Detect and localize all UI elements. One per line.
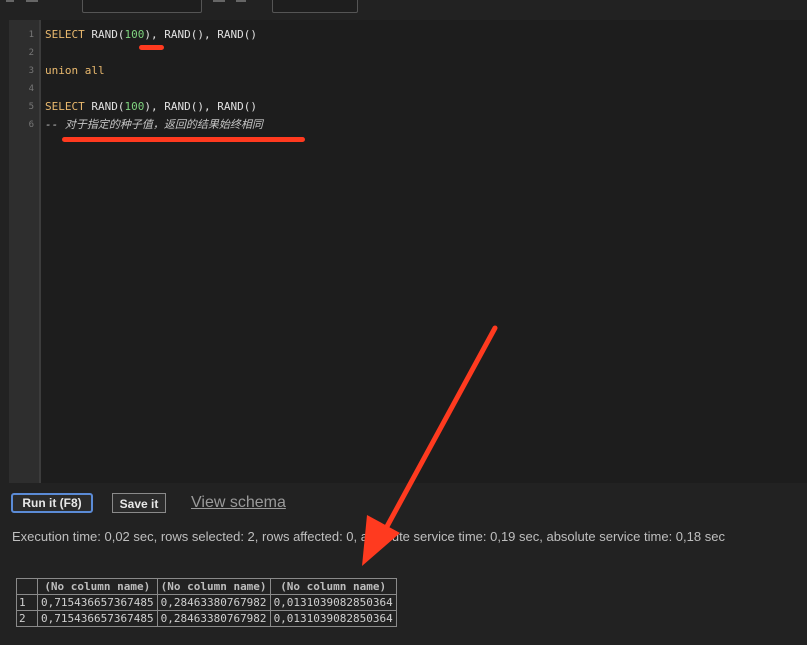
line-number: 5 — [28, 102, 34, 112]
table-cell: 0,0131039082850364 — [269, 610, 397, 627]
annotation-underline-seed — [139, 45, 164, 50]
save-button[interactable]: Save it — [112, 493, 166, 513]
sql-function: ), RAND(), RAND() — [144, 100, 257, 113]
line-number: 3 — [28, 66, 34, 76]
code-line-5[interactable]: SELECT RAND(100), RAND(), RAND() — [45, 98, 257, 116]
code-line-3[interactable]: union all — [45, 62, 105, 80]
sql-function: RAND( — [84, 28, 125, 41]
line-number: 2 — [28, 48, 34, 58]
row-number: 1 — [16, 594, 38, 611]
table-row: 2 0,715436657367485 0,28463380767982 0,0… — [16, 610, 397, 627]
row-number: 2 — [16, 610, 38, 627]
column-header: (No column name) — [37, 578, 158, 595]
table-cell: 0,28463380767982 — [156, 594, 271, 611]
execution-status: Execution time: 0,02 sec, rows selected:… — [12, 529, 725, 544]
code-line-1[interactable]: SELECT RAND(100), RAND(), RAND() — [45, 26, 257, 44]
column-header: (No column name) — [156, 578, 271, 595]
top-divider — [26, 0, 38, 2]
sql-function: RAND( — [84, 100, 125, 113]
table-row: 1 0,715436657367485 0,28463380767982 0,0… — [16, 594, 397, 611]
sql-keyword: union all — [45, 64, 105, 77]
top-divider — [213, 0, 225, 2]
sql-editor[interactable]: 1 2 3 4 5 6 SELECT RAND(100), RAND(), RA… — [9, 20, 807, 483]
sql-comment: -- 对于指定的种子值，返回的结果始终相同 — [45, 118, 263, 131]
line-number-gutter: 1 2 3 4 5 6 — [9, 20, 41, 483]
sql-number: 100 — [124, 28, 145, 41]
line-number: 4 — [28, 84, 34, 94]
column-header: (No column name) — [269, 578, 397, 595]
line-number: 1 — [28, 30, 34, 40]
column-header — [16, 578, 38, 595]
table-header-row: (No column name) (No column name) (No co… — [16, 578, 397, 595]
line-number: 6 — [28, 120, 34, 130]
table-cell: 0,715436657367485 — [37, 610, 158, 627]
table-cell: 0,28463380767982 — [156, 610, 271, 627]
sql-number: 100 — [124, 100, 145, 113]
table-cell: 0,0131039082850364 — [269, 594, 397, 611]
top-divider — [6, 0, 14, 2]
sql-keyword: SELECT — [45, 28, 85, 41]
results-table: (No column name) (No column name) (No co… — [16, 578, 397, 627]
top-divider — [236, 0, 246, 2]
sql-function: ), RAND(), RAND() — [144, 28, 257, 41]
top-select-field[interactable] — [82, 0, 202, 13]
run-button[interactable]: Run it (F8) — [11, 493, 93, 513]
top-toolbar — [0, 0, 807, 14]
annotation-underline-comment — [62, 137, 305, 142]
view-schema-link[interactable]: View schema — [191, 494, 286, 512]
code-line-6[interactable]: -- 对于指定的种子值，返回的结果始终相同 — [45, 116, 263, 134]
top-select-field[interactable] — [272, 0, 358, 13]
table-cell: 0,715436657367485 — [37, 594, 158, 611]
sql-keyword: SELECT — [45, 100, 85, 113]
